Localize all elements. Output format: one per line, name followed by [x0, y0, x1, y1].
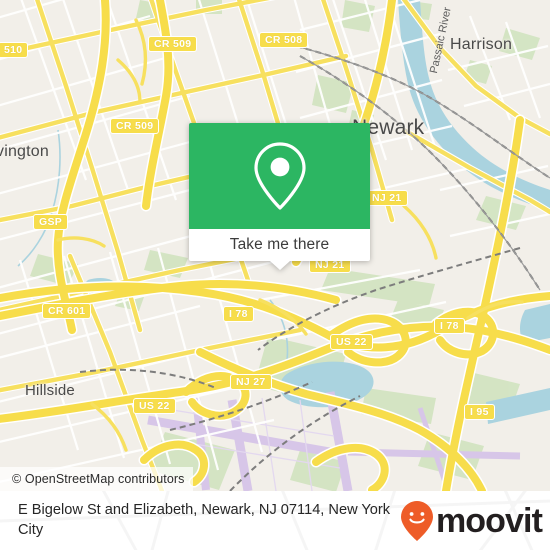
footer-bar: E Bigelow St and Elizabeth, Newark, NJ 0… — [0, 491, 550, 550]
road-shield: I 95 — [464, 404, 495, 420]
road-shield: NJ 27 — [230, 374, 272, 390]
road-shield: CR 508 — [259, 32, 309, 48]
road-shield: 510 — [0, 42, 29, 58]
moovit-wordmark: moovit — [435, 501, 543, 540]
address-text: E Bigelow St and Elizabeth, Newark, NJ 0… — [18, 502, 391, 538]
road-shield: CR 509 — [110, 118, 160, 134]
attribution-text: © OpenStreetMap contributors — [12, 472, 185, 486]
map-pin-icon — [253, 142, 306, 210]
take-me-there-label: Take me there — [229, 236, 330, 253]
place-label-hillside: Hillside — [25, 382, 75, 399]
road-shield: NJ 21 — [366, 190, 408, 206]
place-label-irvington: vington — [0, 143, 49, 160]
road-shield: US 22 — [330, 334, 373, 350]
moovit-smiley-pin-icon — [400, 500, 433, 541]
popup-header — [189, 123, 370, 229]
road-shield: GSP — [33, 214, 69, 230]
moovit-map-screenshot: vington Newark Harrison Hillside Passaic… — [0, 0, 550, 550]
map-attribution[interactable]: © OpenStreetMap contributors — [0, 467, 193, 491]
road-shield: I 78 — [223, 306, 254, 322]
popup-tail-icon — [269, 261, 290, 270]
moovit-logo[interactable]: moovit — [400, 500, 550, 542]
place-label-harrison: Harrison — [450, 36, 513, 53]
road-shield: I 78 — [434, 318, 465, 334]
road-shield: US 22 — [133, 398, 176, 414]
location-popup[interactable]: Take me there — [189, 123, 370, 270]
map-canvas[interactable]: vington Newark Harrison Hillside Passaic… — [0, 0, 550, 491]
road-shield: CR 509 — [148, 36, 198, 52]
popup-footer[interactable]: Take me there — [189, 229, 370, 270]
road-shield: CR 601 — [42, 303, 92, 319]
